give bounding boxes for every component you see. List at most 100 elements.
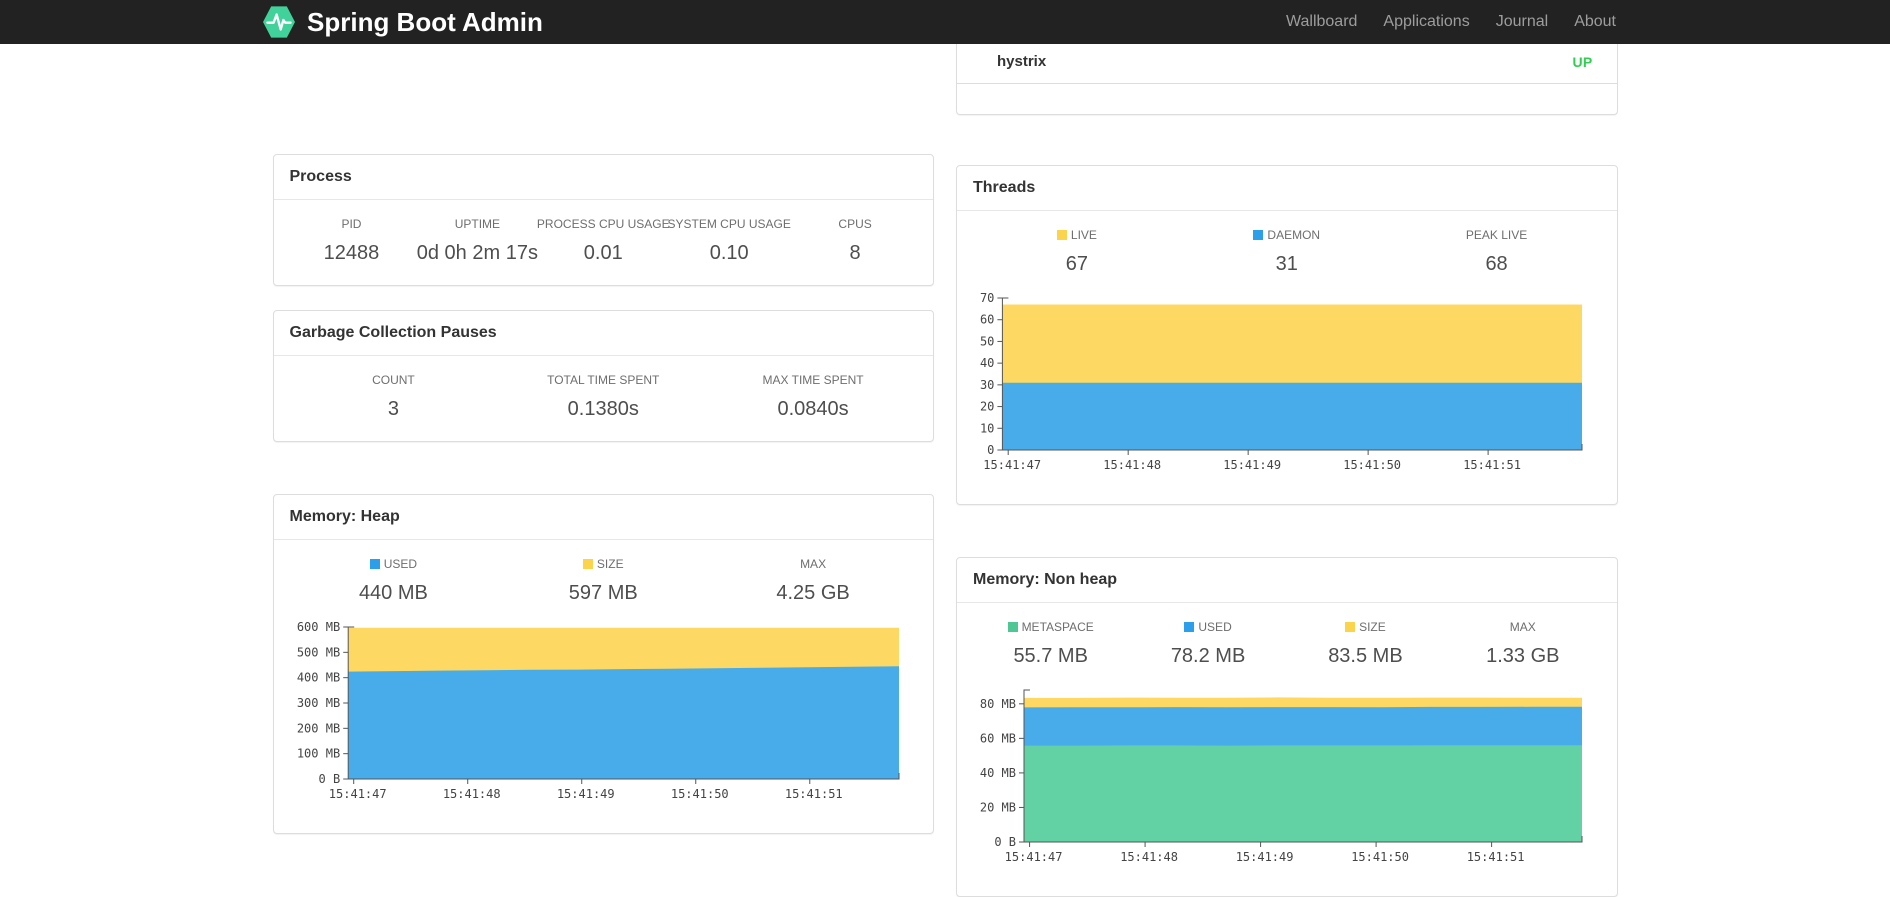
metric-value: 597 MB [568, 582, 638, 604]
metric-label-text: COUNT [372, 373, 415, 387]
threads-panel: Threads LIVE 67 DAEMON 31 PEAK LIVE 68 0 10 20 3… [956, 165, 1618, 505]
memory-heap-panel-title: Memory: Heap [273, 495, 933, 540]
metric-label: METASPACE [972, 620, 1129, 634]
nav-link-applications[interactable]: Applications [1370, 0, 1482, 44]
nav-link-about[interactable]: About [1561, 0, 1629, 44]
legend-swatch-live [1056, 230, 1067, 240]
metric-label: USED [1129, 620, 1286, 634]
metric-label: USED [289, 557, 499, 571]
y-tick-label: 500 MB [296, 645, 339, 659]
memory-heap-chart: 0 B 100 MB 200 MB 300 MB 400 MB 500 MB 600 MB 1… [289, 620, 919, 813]
metric-label: CPUS [792, 217, 918, 231]
metric-system-cpu-usage: SYSTEM CPU USAGE 0.10 [666, 217, 792, 265]
metric-label-text: DAEMON [1267, 228, 1321, 242]
metric-count: COUNT 3 [289, 373, 499, 421]
metric-label: DAEMON [1182, 228, 1392, 242]
metric-value: 12488 [323, 242, 380, 264]
x-tick-label: 15:41:49 [1223, 458, 1281, 472]
metric-label-text: LIVE [1070, 228, 1097, 242]
y-tick-label: 400 MB [296, 671, 339, 685]
metric-used: USED 440 MB [289, 557, 499, 605]
x-tick-label: 15:41:48 [1120, 850, 1178, 864]
y-tick-label: 60 [980, 313, 994, 327]
memory-nonheap-metrics: METASPACE 55.7 MB USED 78.2 MB SIZE 83.5 MB MA… [972, 620, 1602, 668]
metric-label-text: PEAK LIVE [1465, 228, 1528, 242]
metric-cpus: CPUS 8 [792, 217, 918, 265]
y-tick-label: 40 MB [980, 766, 1016, 780]
memory-heap-metrics: USED 440 MB SIZE 597 MB MAX 4.25 GB [289, 557, 919, 605]
area-used [347, 666, 899, 779]
health-panel-padding [957, 84, 1617, 114]
x-tick-label: 15:41:51 [1463, 458, 1521, 472]
metric-label: PROCESS CPU USAGE [537, 217, 670, 231]
x-tick-label: 15:41:48 [1103, 458, 1161, 472]
gc-metrics: COUNT 3 TOTAL TIME SPENT 0.1380s MAX TIME SP… [289, 373, 919, 421]
metric-max: MAX 4.25 GB [708, 557, 918, 605]
metric-label-text: MAX [1509, 620, 1536, 634]
metric-size: SIZE 597 MB [498, 557, 708, 605]
y-tick-label: 20 [980, 400, 994, 414]
y-tick-label: 50 [980, 334, 994, 348]
brand-link[interactable]: Spring Boot Admin [261, 5, 543, 39]
metric-size: SIZE 83.5 MB [1287, 620, 1444, 668]
x-tick-label: 15:41:50 [1351, 850, 1409, 864]
legend-swatch-metaspace [1007, 622, 1018, 632]
metric-label: TOTAL TIME SPENT [498, 373, 708, 387]
metric-label-text: SYSTEM CPU USAGE [667, 217, 791, 231]
health-application-name: hystrix [997, 53, 1047, 70]
metric-label-text: MAX TIME SPENT [762, 373, 864, 387]
process-panel-title: Process [273, 155, 933, 200]
process-metrics: PID 12488 UPTIME 0d 0h 2m 17s PROCESS CPU US… [289, 217, 919, 265]
metric-value: 3 [387, 398, 399, 420]
x-tick-label: 15:41:50 [1343, 458, 1401, 472]
metric-value: 4.25 GB [776, 582, 850, 604]
metric-label: MAX [1444, 620, 1601, 634]
y-tick-label: 70 [980, 291, 994, 305]
metric-value: 1.33 GB [1486, 645, 1560, 667]
nav-link-journal[interactable]: Journal [1483, 0, 1561, 44]
metric-label-text: SIZE [596, 557, 624, 571]
y-tick-label: 200 MB [296, 721, 339, 735]
memory-heap-panel: Memory: Heap USED 440 MB SIZE 597 MB MAX 4.25… [272, 494, 934, 834]
threads-panel-title: Threads [957, 166, 1617, 211]
x-tick-label: 15:41:51 [1467, 850, 1525, 864]
threads-chart: 0 10 20 30 40 50 60 70 15:41:47 15:41:48 15:41:49 1… [972, 291, 1602, 484]
spring-boot-admin-logo-icon [261, 5, 297, 39]
metric-value: 0d 0h 2m 17s [416, 242, 538, 264]
metric-total-time-spent: TOTAL TIME SPENT 0.1380s [498, 373, 708, 421]
metric-max: MAX 1.33 GB [1444, 620, 1601, 668]
metric-value: 67 [1065, 253, 1089, 275]
metric-label: SIZE [498, 557, 708, 571]
y-tick-label: 20 MB [980, 800, 1016, 814]
gc-panel-title: Garbage Collection Pauses [273, 311, 933, 356]
metric-label: MAX TIME SPENT [708, 373, 918, 387]
metric-value: 78.2 MB [1170, 645, 1246, 667]
threads-metrics: LIVE 67 DAEMON 31 PEAK LIVE 68 [972, 228, 1602, 276]
y-tick-label: 300 MB [296, 696, 339, 710]
metric-peak-live: PEAK LIVE 68 [1392, 228, 1602, 276]
right-column: hystrix UP Threads LIVE 67 DAEMON 31 PEAK LI… [956, 44, 1618, 897]
main-content: Process PID 12488 UPTIME 0d 0h 2m 17s PROCES… [272, 44, 1618, 897]
metric-live: LIVE 67 [972, 228, 1182, 276]
metric-label-text: CPUS [838, 217, 872, 231]
y-tick-label: 0 [987, 443, 994, 457]
legend-swatch-size [1345, 622, 1356, 632]
memory-nonheap-panel: Memory: Non heap METASPACE 55.7 MB USED 78.… [956, 557, 1618, 897]
metric-value: 68 [1485, 253, 1508, 275]
area-daemon [1002, 382, 1582, 450]
metric-label: LIVE [972, 228, 1182, 242]
status-badge: UP [1572, 53, 1593, 70]
metric-label-text: UPTIME [454, 217, 501, 231]
y-tick-label: 0 B [318, 772, 340, 786]
nav-link-wallboard[interactable]: Wallboard [1273, 0, 1370, 44]
memory-nonheap-chart: 0 B 20 MB 40 MB 60 MB 80 MB 15:41:47 15:41:48 1… [972, 684, 1602, 876]
legend-swatch-size [582, 559, 593, 569]
metric-process-cpu-usage: PROCESS CPU USAGE 0.01 [537, 217, 670, 265]
metric-label: PID [289, 217, 415, 231]
legend-swatch-used [1184, 622, 1195, 632]
metric-label-text: USED [1198, 620, 1232, 634]
metric-label: SIZE [1287, 620, 1444, 634]
metric-value: 0.1380s [567, 398, 639, 420]
left-column: Process PID 12488 UPTIME 0d 0h 2m 17s PROCES… [272, 44, 934, 834]
chart-svg-threads: 0 10 20 30 40 50 60 70 15:41:47 15:41:48 15:41:49 1… [980, 291, 1583, 472]
